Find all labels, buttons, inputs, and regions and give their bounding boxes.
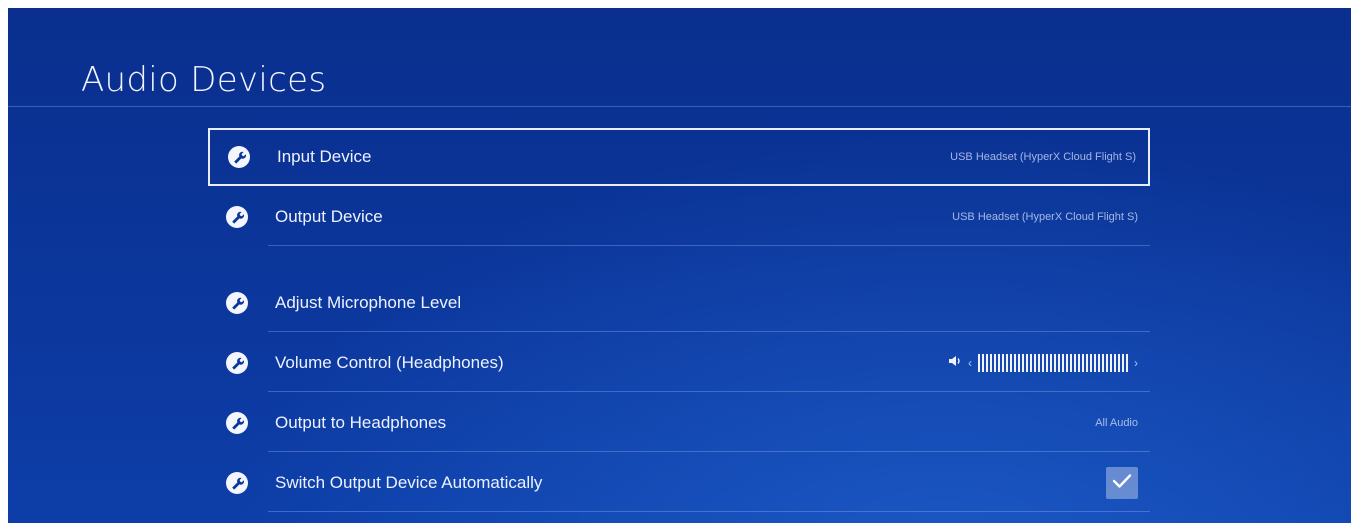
wrench-icon bbox=[226, 206, 248, 228]
setting-label: Switch Output Device Automatically bbox=[275, 473, 543, 492]
setting-value: USB Headset (HyperX Cloud Flight S) bbox=[952, 211, 1138, 223]
volume-slider[interactable]: ‹ › bbox=[948, 354, 1138, 372]
speaker-icon bbox=[948, 354, 962, 372]
page-title: Audio Devices bbox=[81, 60, 327, 100]
wrench-icon bbox=[226, 472, 248, 494]
wrench-icon bbox=[226, 412, 248, 434]
title-divider bbox=[8, 106, 1351, 107]
setting-label: Output Device bbox=[275, 207, 383, 226]
wrench-icon bbox=[226, 352, 248, 374]
setting-value: USB Headset (HyperX Cloud Flight S) bbox=[950, 151, 1136, 163]
setting-label: Volume Control (Headphones) bbox=[275, 353, 504, 372]
setting-output-device[interactable]: Output Device USB Headset (HyperX Cloud … bbox=[208, 188, 1150, 246]
setting-output-to-headphones[interactable]: Output to Headphones All Audio bbox=[208, 394, 1150, 452]
setting-value: All Audio bbox=[1095, 417, 1138, 429]
auto-switch-checkbox[interactable] bbox=[1106, 467, 1138, 499]
checkmark-icon bbox=[1112, 473, 1132, 494]
setting-label: Output to Headphones bbox=[275, 413, 447, 432]
volume-increase-arrow[interactable]: › bbox=[1134, 356, 1138, 370]
setting-adjust-microphone-level[interactable]: Adjust Microphone Level bbox=[208, 274, 1150, 332]
wrench-icon bbox=[226, 292, 248, 314]
setting-input-device[interactable]: Input Device USB Headset (HyperX Cloud F… bbox=[208, 128, 1150, 186]
setting-label: Adjust Microphone Level bbox=[275, 293, 462, 312]
row-divider bbox=[268, 331, 1150, 332]
wrench-icon bbox=[228, 146, 250, 168]
setting-volume-control-headphones[interactable]: Volume Control (Headphones) ‹ › bbox=[208, 334, 1150, 392]
volume-decrease-arrow[interactable]: ‹ bbox=[968, 356, 972, 370]
row-divider bbox=[268, 511, 1150, 512]
row-divider bbox=[268, 245, 1150, 246]
row-divider bbox=[268, 391, 1150, 392]
volume-level-bar bbox=[978, 354, 1128, 372]
row-divider bbox=[268, 451, 1150, 452]
setting-switch-output-device-automatically[interactable]: Switch Output Device Automatically bbox=[208, 454, 1150, 512]
audio-devices-screen: Audio Devices Input Device USB Headset (… bbox=[8, 8, 1351, 523]
setting-label: Input Device bbox=[277, 147, 372, 166]
